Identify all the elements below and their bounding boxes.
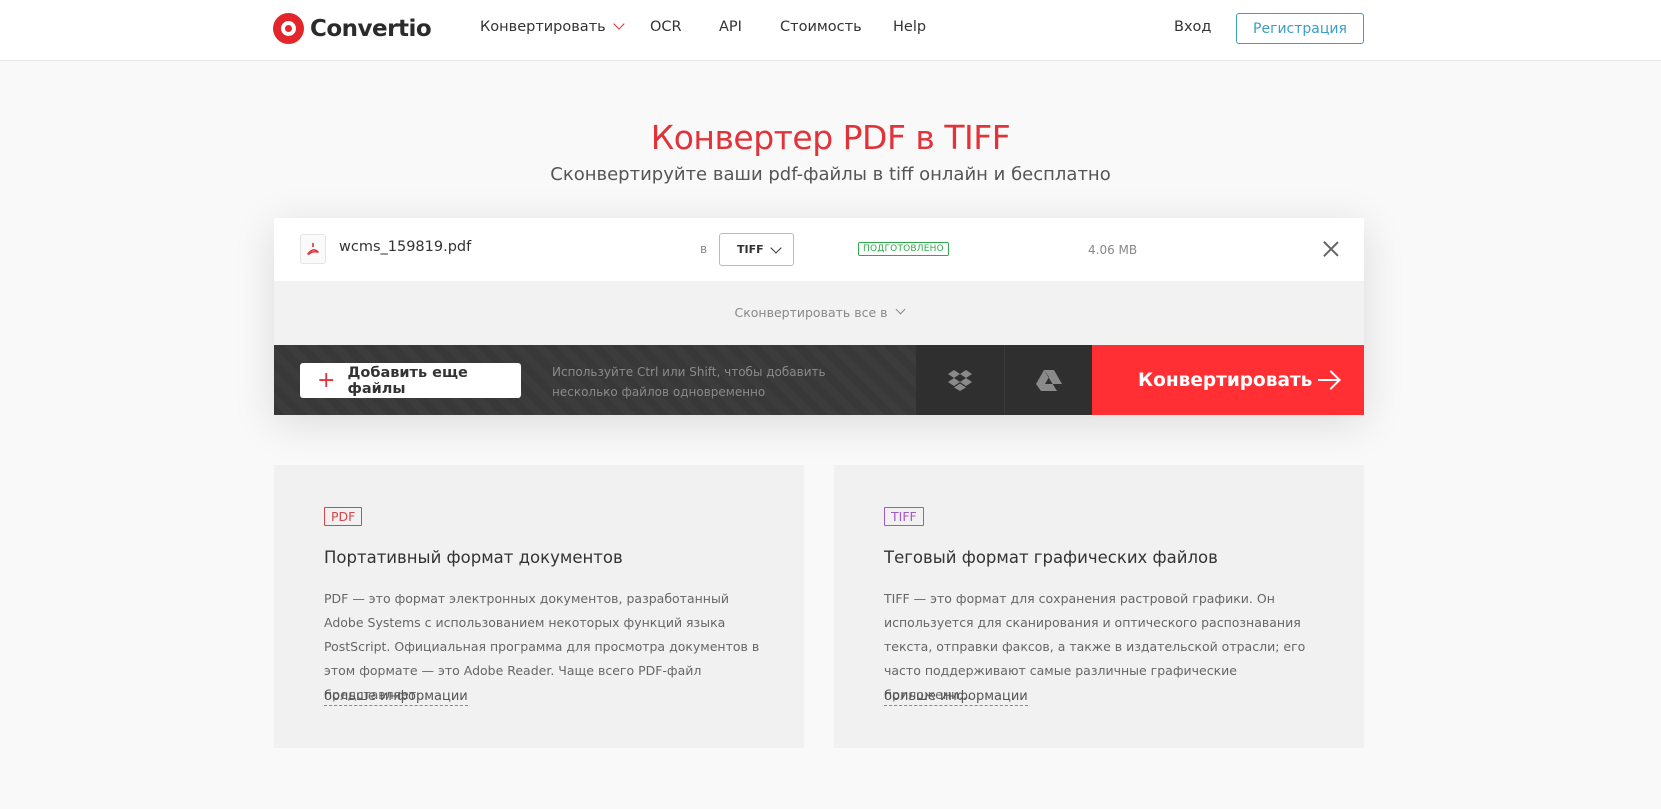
info-card-tiff: TIFF Теговый формат графических файлов T… — [834, 465, 1364, 748]
nav-convert[interactable]: Конвертировать — [480, 18, 625, 35]
chevron-down-icon — [895, 304, 905, 314]
more-info-link[interactable]: больше информации — [884, 689, 1028, 706]
add-files-button[interactable]: + Добавить еще файлы — [300, 363, 521, 398]
chevron-down-icon — [770, 242, 782, 254]
dropbox-button[interactable] — [916, 345, 1004, 415]
nav-ocr[interactable]: OCR — [650, 19, 682, 35]
convert-button[interactable]: Конвертировать — [1092, 345, 1364, 415]
action-bar: + Добавить еще файлы Используйте Ctrl ил… — [274, 345, 1364, 415]
google-drive-button[interactable] — [1005, 345, 1093, 415]
card-title: Портативный формат документов — [324, 548, 623, 567]
remove-file-button[interactable] — [1322, 240, 1340, 258]
convert-all-dropdown[interactable]: Сконвертировать все в — [274, 281, 1364, 343]
page-title: Конвертер PDF в TIFF — [650, 118, 1011, 157]
convertio-logo-icon — [273, 13, 304, 44]
more-info-link[interactable]: больше информации — [324, 689, 468, 706]
google-drive-icon — [1036, 370, 1062, 391]
nav-convert-label: Конвертировать — [480, 19, 606, 35]
format-select-value: TIFF — [737, 243, 764, 256]
card-title: Теговый формат графических файлов — [884, 548, 1218, 567]
arrow-right-icon — [1318, 369, 1340, 391]
pdf-icon — [300, 234, 326, 264]
add-files-hint: Используйте Ctrl или Shift, чтобы добави… — [552, 365, 826, 399]
convert-button-label: Конвертировать — [1138, 369, 1313, 391]
info-card-pdf: PDF Портативный формат документов PDF — … — [274, 465, 804, 748]
file-row: wcms_159819.pdf в TIFF ПОДГОТОВЛЕНО 4.06… — [274, 218, 1364, 281]
format-tag: PDF — [324, 507, 363, 526]
convert-all-label: Сконвертировать все в — [734, 304, 888, 320]
signup-button[interactable]: Регистрация — [1236, 13, 1364, 44]
nav-pricing[interactable]: Стоимость — [780, 19, 862, 35]
status-badge: ПОДГОТОВЛЕНО — [858, 242, 949, 256]
file-name: wcms_159819.pdf — [339, 239, 472, 255]
chevron-down-icon — [613, 18, 625, 30]
page-subtitle: Сконвертируйте ваши pdf-файлы в tiff онл… — [550, 164, 1111, 185]
logo[interactable]: Convertio — [273, 13, 432, 44]
format-tag: TIFF — [884, 507, 924, 526]
plus-icon: + — [317, 367, 336, 393]
format-select[interactable]: TIFF — [719, 233, 794, 266]
dropbox-icon — [948, 370, 972, 391]
add-files-label: Добавить еще файлы — [347, 364, 468, 397]
logo-text: Convertio — [310, 15, 432, 42]
header: Convertio Конвертировать OCR API Стоимос… — [0, 0, 1661, 61]
file-size: 4.06 MB — [1088, 243, 1138, 257]
converter-panel: wcms_159819.pdf в TIFF ПОДГОТОВЛЕНО 4.06… — [274, 218, 1364, 415]
login-link[interactable]: Вход — [1174, 19, 1211, 35]
nav-help[interactable]: Help — [893, 19, 926, 35]
to-label: в — [700, 242, 708, 256]
nav-api[interactable]: API — [719, 19, 742, 35]
